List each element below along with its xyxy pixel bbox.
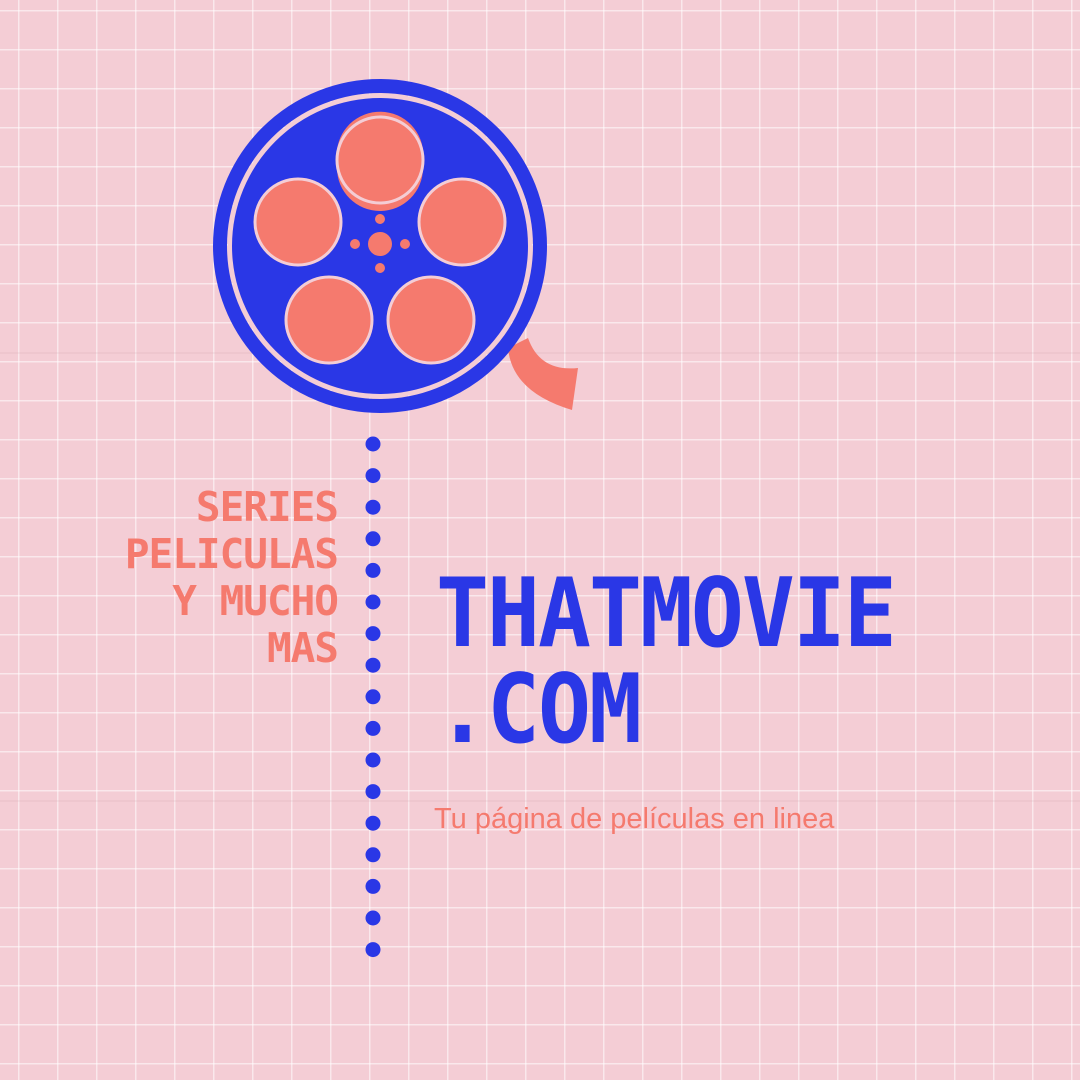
site-name-line: THATMOVIE [436, 557, 897, 669]
dotted-line-dot [365, 847, 381, 863]
dotted-line-dot [365, 531, 381, 547]
tagline-line: PELICULAS [124, 530, 339, 578]
dotted-line-dot [365, 689, 381, 705]
dotted-line-dot [365, 436, 381, 452]
dotted-line-dot [365, 878, 381, 894]
tagline-line: MAS [266, 624, 339, 672]
tagline-line: SERIES [195, 483, 339, 531]
reel-hub-dot [350, 239, 360, 249]
subtitle: Tu página de películas en linea [434, 803, 835, 835]
dotted-line-dot [365, 499, 381, 515]
tagline-line: Y MUCHO [172, 577, 339, 625]
dotted-line [365, 436, 381, 958]
dotted-line-dot [365, 910, 381, 926]
tagline: SERIES PELICULAS Y MUCHO MAS [124, 483, 339, 672]
dotted-line-dot [365, 562, 381, 578]
dotted-line-dot [365, 626, 381, 642]
dotted-line-dot [365, 752, 381, 768]
reel-hub-dot [400, 239, 410, 249]
reel-hub-dot [375, 263, 385, 273]
dotted-line-dot [365, 657, 381, 673]
dotted-line-dot [365, 784, 381, 800]
film-strip-tail [508, 338, 578, 410]
site-name: THATMOVIE .COM [436, 557, 897, 761]
reel-hub-icon [368, 232, 392, 256]
dotted-line-dot [365, 594, 381, 610]
site-name-line: .COM [436, 653, 642, 765]
dotted-line-dot [365, 815, 381, 831]
dotted-line-dot [365, 720, 381, 736]
reel-hole-fill [337, 111, 424, 211]
dotted-line-dot [365, 468, 381, 484]
reel-hub-dot [375, 214, 385, 224]
dotted-line-dot [365, 942, 381, 958]
